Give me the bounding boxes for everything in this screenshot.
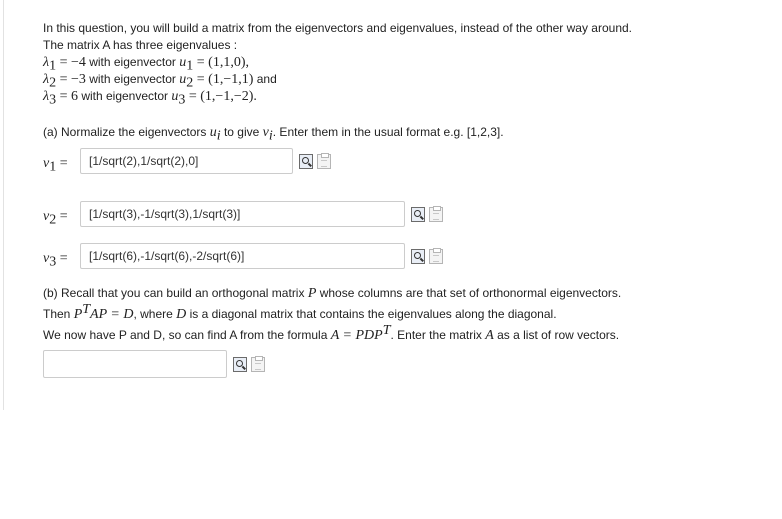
v1-label: v1 = (43, 156, 68, 174)
u-symbol: u (209, 125, 217, 140)
eigen-text: with eigenvector (85, 72, 180, 86)
part-b-text: We now have P and D, so can find A from … (43, 328, 331, 342)
v3-label: v3 = (43, 251, 68, 269)
answer-row-a (43, 350, 763, 380)
eigen-line-1: λ1 = −4 with eigenvector u1 = (1,1,0), (43, 54, 763, 73)
clipboard-icon[interactable] (251, 356, 265, 372)
equals-sign: = (56, 251, 68, 266)
v2-label: v2 = (43, 209, 68, 227)
part-b-text: is a diagonal matrix that contains the e… (186, 307, 557, 321)
ap-symbol: AP (90, 307, 107, 322)
equals-sign: = (56, 209, 68, 224)
v1-answer-input[interactable] (80, 148, 293, 174)
preview-icon[interactable] (411, 249, 425, 264)
part-a-prefix: (a) Normalize the eigenvectors (43, 125, 210, 139)
a-symbol: A (330, 328, 340, 343)
eigenvector: = (1,1,0), (193, 55, 249, 70)
eigen-line-2: λ2 = −3 with eigenvector u2 = (1,−1,1) a… (43, 71, 763, 90)
eigenvalue: = −4 (56, 55, 86, 70)
clipboard-icon[interactable] (317, 153, 331, 169)
answer-row-v1: v1 = (43, 148, 763, 178)
part-b-text: as a list of row vectors. (493, 328, 620, 342)
intro-line-1: In this question, you will build a matri… (43, 21, 633, 35)
answer-row-v2: v2 = (43, 201, 763, 231)
v3-answer-input[interactable] (80, 243, 405, 269)
part-b-text: (b) Recall that you can build an orthogo… (43, 286, 308, 300)
preview-icon[interactable] (299, 154, 313, 169)
d-symbol: D (176, 307, 187, 322)
part-b-text: , where (133, 307, 177, 321)
eigen-tail: and (253, 72, 277, 86)
answer-row-v3: v3 = (43, 243, 763, 273)
intro-line-2: The matrix A has three eigenvalues : (43, 38, 238, 52)
eigen-text: with eigenvector (77, 89, 172, 103)
formula-pdpt: = PDP (339, 328, 383, 343)
part-a-suffix: . Enter them in the usual format e.g. [1… (272, 125, 504, 139)
clipboard-icon[interactable] (429, 248, 443, 264)
equals-sign: = (56, 156, 68, 171)
matrix-a-answer-input[interactable] (43, 350, 227, 378)
left-border (3, 0, 4, 410)
eigenvector: = (1,−1,−2). (185, 89, 257, 104)
eigenvalue: = −3 (56, 72, 86, 87)
v2-answer-input[interactable] (80, 201, 405, 227)
eigen-line-3: λ3 = 6 with eigenvector u3 = (1,−1,−2). (43, 88, 763, 107)
question-content: In this question, you will build a matri… (43, 20, 763, 380)
transpose-symbol: T (82, 302, 91, 317)
clipboard-icon[interactable] (429, 206, 443, 222)
p-symbol: P (73, 307, 83, 322)
a-symbol: A (485, 328, 494, 343)
part-a-instructions: (a) Normalize the eigenvectors ui to giv… (43, 124, 763, 143)
part-b-text: Then (43, 307, 74, 321)
part-b-line-1: (b) Recall that you can build an orthogo… (43, 283, 763, 303)
preview-icon[interactable] (233, 357, 247, 372)
part-b-line-3: We now have P and D, so can find A from … (43, 323, 763, 345)
eigen-text: with eigenvector (85, 55, 180, 69)
part-b-text: . Enter the matrix (390, 328, 486, 342)
part-a-mid: to give (220, 125, 263, 139)
part-b-line-2: Then PTAP = D, where D is a diagonal mat… (43, 303, 763, 323)
transpose-symbol: T (382, 323, 391, 338)
eigenvector: = (1,−1,1) (193, 72, 254, 87)
part-b-text: whose columns are that set of orthonorma… (316, 286, 622, 300)
preview-icon[interactable] (411, 207, 425, 222)
equals-d: = D (106, 307, 134, 322)
eigenvalue: = 6 (56, 89, 78, 104)
